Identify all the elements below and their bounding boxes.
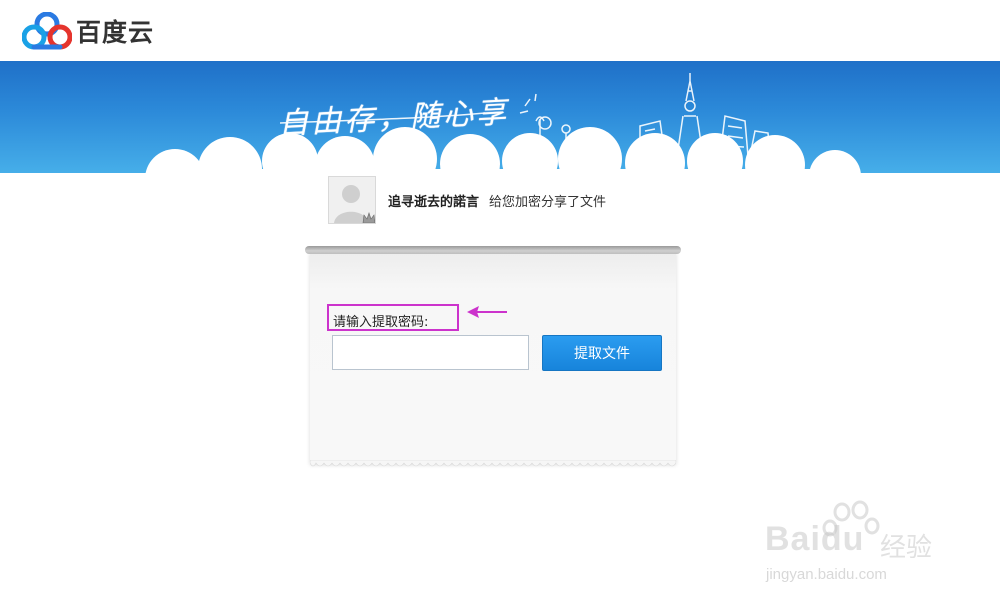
sharer-info: 追寻逝去的諾言 给您加密分享了文件 xyxy=(328,175,606,225)
code-prompt-label: 请输入提取密码: xyxy=(333,315,429,330)
top-bar: 百度云 xyxy=(0,0,1000,62)
avatar[interactable] xyxy=(328,176,376,224)
cloud-logo-icon xyxy=(22,12,72,50)
watermark-logo-text: Baidu xyxy=(765,520,865,558)
annotation-arrow-icon xyxy=(467,306,507,318)
brand-logo[interactable]: 百度云 xyxy=(22,11,154,51)
card-top-rod xyxy=(305,246,681,254)
watermark-url: jingyan.baidu.com xyxy=(766,566,887,583)
brand-name: 百度云 xyxy=(76,18,155,47)
sharer-name[interactable]: 追寻逝去的諾言 xyxy=(388,191,479,210)
vip-crown-icon xyxy=(362,212,375,223)
torn-edge xyxy=(310,460,676,467)
extract-file-button[interactable]: 提取文件 xyxy=(542,335,662,371)
hero-banner: 自由存，随心享 xyxy=(0,61,1000,173)
share-message: 给您加密分享了文件 xyxy=(489,194,607,210)
watermark-logo-suffix: 经验 xyxy=(880,533,933,563)
extract-code-input[interactable] xyxy=(332,335,529,370)
